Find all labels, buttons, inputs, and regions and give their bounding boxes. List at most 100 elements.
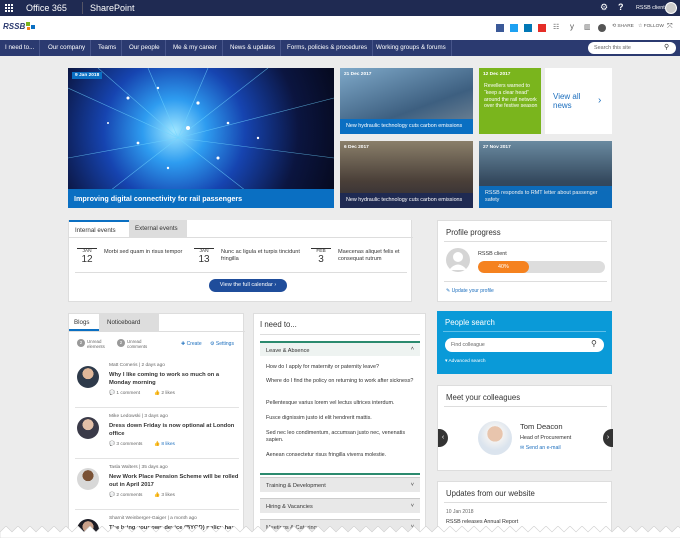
tab-blogs[interactable]: Blogs — [69, 314, 99, 331]
avatar[interactable] — [478, 421, 512, 455]
people-search-panel: People search Find colleague ⚲ ▾ Advance… — [437, 311, 612, 374]
news-tile-1[interactable]: 21 Dec 2017 New hydraulic technology cut… — [340, 68, 473, 134]
nav-teams[interactable]: Teams — [93, 40, 123, 56]
question-link[interactable]: Sed nec leo condimentum, accumsan justo … — [266, 430, 416, 444]
news-main-title[interactable]: Improving digital connectivity for rail … — [68, 188, 334, 208]
post-comments[interactable]: 💬 1 comment — [109, 391, 140, 396]
office365-link[interactable]: Office 365 — [26, 3, 67, 13]
colleague-name[interactable]: Tom Deacon — [520, 422, 563, 431]
blog-post[interactable]: Mike Ledowski | 3 days ago Dress down Fr… — [69, 411, 245, 461]
settings-gear-icon[interactable]: ⚙ — [600, 2, 608, 13]
update-profile-link[interactable]: ✎ Update your profile — [446, 288, 494, 294]
post-likes[interactable]: 👍 3 likes — [154, 493, 175, 498]
event-item[interactable]: FEB 3 Maecenas aliquet felis et consequa… — [311, 248, 411, 274]
nav-me-my-career[interactable]: Me & my career — [168, 40, 223, 56]
question-link[interactable]: How do I apply for maternity or paternit… — [266, 364, 416, 371]
news-tile-4[interactable]: 27 Nov 2017 RSSB responds to RMT letter … — [479, 141, 612, 208]
chevron-right-icon: › — [598, 95, 602, 106]
question-link[interactable]: Where do I find the policy on returning … — [266, 378, 416, 385]
site-search-box[interactable]: Search this site ⚲ — [588, 42, 676, 54]
chevron-down-icon: ˅ — [410, 482, 414, 488]
event-item[interactable]: JAN 13 Nunc ac ligula et turpis tincidun… — [194, 248, 304, 274]
share-button[interactable]: ⟲ SHARE — [612, 24, 634, 29]
post-title[interactable]: Dress down Friday is now optional at Lon… — [109, 423, 239, 438]
question-link[interactable]: Aenean consectetur risus fringilla viver… — [266, 452, 416, 459]
post-title[interactable]: Why I like coming to work so much on a M… — [109, 372, 239, 387]
post-comments[interactable]: 💬 2 comments — [109, 493, 142, 498]
carousel-prev-button[interactable]: ‹ — [438, 429, 448, 447]
event-day: 12 — [81, 254, 93, 265]
help-icon[interactable]: ? — [618, 2, 624, 12]
tab-noticeboard[interactable]: Noticeboard — [99, 314, 159, 331]
accordion-leave-absence[interactable]: Leave & Absence ˄ — [260, 341, 420, 356]
nav-our-people[interactable]: Our people — [124, 40, 166, 56]
news-tile-3-title[interactable]: New hydraulic technology cuts carbon emi… — [340, 192, 473, 208]
search-icon[interactable]: ⚲ — [591, 339, 597, 348]
logo-mark-icon — [26, 22, 36, 32]
send-email-link[interactable]: ✉ Send an e-mail — [520, 445, 561, 451]
search-icon[interactable]: ⚲ — [664, 43, 669, 51]
blog-post[interactable]: Matt Comeris | 2 days ago Why I like com… — [69, 360, 245, 410]
nav-news-updates[interactable]: News & updates — [225, 40, 282, 56]
chart-icon[interactable]: ▥ — [584, 23, 591, 31]
info-icon[interactable] — [598, 24, 606, 32]
post-likes[interactable]: 👍 8 likes — [154, 442, 175, 447]
user-avatar-icon[interactable] — [665, 2, 677, 14]
event-title[interactable]: Maecenas aliquet felis et consequat rutr… — [338, 249, 410, 264]
yammer-icon[interactable]: y — [570, 22, 574, 31]
suite-bar: Office 365 SharePoint ⚙ ? RSSB client — [0, 0, 680, 16]
update-headline[interactable]: RSSB releases Annual Report — [446, 519, 518, 525]
follow-button[interactable]: ☆ FOLLOW — [638, 24, 664, 29]
avatar[interactable] — [446, 248, 470, 272]
accordion-hiring[interactable]: Hiring & Vacancies ˅ — [260, 498, 420, 513]
question-link[interactable]: Fusce dignissim justo id elit hendrerit … — [266, 415, 416, 422]
news-tile-3[interactable]: 6 Dec 2017 New hydraulic technology cuts… — [340, 141, 473, 208]
question-link[interactable]: Pellentesque varius lorem vel lectus ult… — [266, 400, 416, 407]
news-tile-3-date: 6 Dec 2017 — [344, 145, 369, 150]
event-day: 13 — [198, 254, 210, 265]
event-title[interactable]: Nunc ac ligula et turpis tincidunt fring… — [221, 249, 301, 264]
people-search-input[interactable]: Find colleague ⚲ — [445, 338, 604, 352]
sharepoint-link[interactable]: SharePoint — [90, 3, 135, 13]
grid-icon[interactable]: ☷ — [553, 23, 559, 31]
post-title[interactable]: New Work Place Pension Scheme will be ro… — [109, 474, 239, 489]
event-item[interactable]: JAN 12 Morbi sed quam in risus tempor — [77, 248, 187, 274]
user-name[interactable]: RSSB client — [636, 5, 665, 11]
rssb-logo[interactable]: RSSB — [3, 22, 25, 31]
news-tile-4-title[interactable]: RSSB responds to RMT letter about passen… — [479, 185, 612, 208]
linkedin-icon[interactable] — [524, 24, 532, 32]
news-tile-2-title[interactable]: Revellers warned to “keep a clear head” … — [484, 83, 538, 110]
unread-elements-count: 2 — [77, 339, 85, 347]
updates-title: Updates from our website — [446, 489, 535, 498]
advanced-search-link[interactable]: ▾ Advanced search — [445, 359, 486, 364]
youtube-icon[interactable] — [538, 24, 546, 32]
news-tile-1-title[interactable]: New hydraulic technology cuts carbon emi… — [340, 118, 473, 134]
carousel-next-button[interactable]: › — [603, 429, 613, 447]
view-all-news-tile[interactable]: View all news › — [545, 68, 612, 134]
post-likes[interactable]: 👍 2 likes — [154, 391, 175, 396]
news-main-tile[interactable]: 9 Jan 2018 Improving digital connectivit… — [68, 68, 334, 208]
people-search-title: People search — [445, 318, 495, 327]
tab-external-events[interactable]: External events — [129, 220, 187, 237]
nav-forms-policies[interactable]: Forms, policies & procedures — [282, 40, 374, 56]
facebook-icon[interactable] — [496, 24, 504, 32]
settings-button[interactable]: ⚙ Settings — [210, 341, 234, 347]
post-comments[interactable]: 💬 3 comments — [109, 442, 142, 447]
blog-post[interactable]: Tasla Walters | 35 days ago New Work Pla… — [69, 462, 245, 512]
tab-internal-events[interactable]: Internal events — [69, 220, 129, 237]
event-title[interactable]: Morbi sed quam in risus tempor — [104, 249, 184, 256]
fiber-optic-image — [68, 68, 334, 208]
view-calendar-button[interactable]: View the full calendar › — [209, 279, 287, 292]
nav-i-need-to[interactable]: I need to... — [0, 40, 41, 56]
view-all-news-link[interactable]: View all news — [553, 92, 591, 111]
nav-working-groups[interactable]: Working groups & forums — [371, 40, 452, 56]
chevron-down-icon: ˅ — [410, 503, 414, 509]
nav-our-company[interactable]: Our company — [43, 40, 92, 56]
app-launcher-icon[interactable] — [4, 3, 14, 13]
focus-icon[interactable]: ⤧ — [667, 23, 673, 31]
twitter-icon[interactable] — [510, 24, 518, 32]
create-button[interactable]: ✚ Create — [181, 341, 202, 347]
accordion-training[interactable]: Training & Development ˅ — [260, 477, 420, 492]
post-meta: Mike Ledowski | 3 days ago — [109, 414, 168, 419]
news-tile-2[interactable]: 12 Dec 2017 Revellers warned to “keep a … — [479, 68, 541, 134]
